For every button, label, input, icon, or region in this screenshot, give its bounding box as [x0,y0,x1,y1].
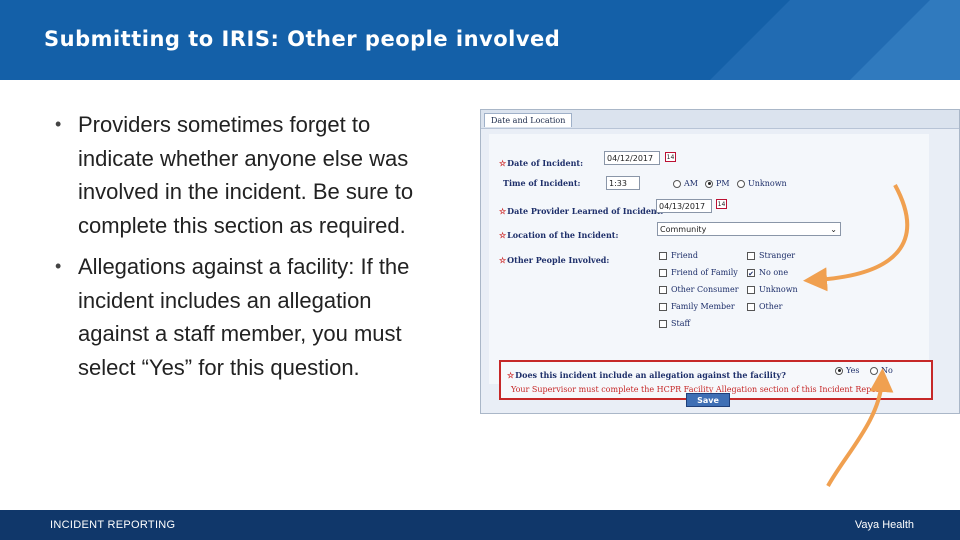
radio-selected-icon [835,366,843,375]
time-of-incident-label: Time of Incident: [503,178,581,188]
checkbox-icon [659,285,667,294]
checkbox-other-consumer[interactable]: Other Consumer [659,285,739,294]
other-people-label-text: Other People Involved: [507,255,610,265]
checkbox-friend[interactable]: Friend [659,251,698,260]
checkbox-stranger[interactable]: Stranger [747,251,795,260]
radio-yes[interactable]: Yes [835,366,859,375]
radio-am-label: AM [684,179,698,188]
bullet-icon: • [55,256,62,276]
checkbox-label: Other Consumer [671,285,739,294]
location-label-text: Location of the Incident: [507,230,619,240]
time-of-incident-field[interactable]: 1:33 [606,176,640,190]
slide-title: Submitting to IRIS: Other people involve… [44,27,561,51]
checkbox-icon [659,251,667,260]
checkbox-label: Other [759,302,783,311]
date-learned-label: ☆Date Provider Learned of Incident: [499,206,663,216]
header-bar: Submitting to IRIS: Other people involve… [0,0,960,80]
footer-brand: Vaya Health [854,519,914,531]
checkbox-label: Unknown [759,285,798,294]
radio-pm[interactable]: PM [705,179,730,188]
radio-icon [673,179,681,188]
bullet-icon: • [55,114,62,134]
checkbox-icon [659,302,667,311]
radio-yes-label: Yes [846,366,860,375]
calendar-icon[interactable]: 14 [716,199,727,209]
checkbox-icon [659,319,667,328]
chevron-down-icon: ⌄ [830,225,837,234]
radio-pm-label: PM [716,179,730,188]
other-people-label: ☆Other People Involved: [499,255,609,265]
form-panel: ☆Date of Incident: 04/12/2017 14 Time of… [489,134,933,400]
date-of-incident-label-text: Date of Incident: [507,158,584,168]
checkbox-icon [747,251,755,260]
checkbox-no-one[interactable]: ✔ No one [747,268,789,278]
radio-icon [870,366,878,375]
save-button[interactable]: Save [686,393,730,407]
bullet-text: Providers sometimes forget to indicate w… [78,112,414,238]
required-star-icon: ☆ [499,206,507,216]
required-star-icon: ☆ [499,158,507,168]
radio-selected-icon [705,179,713,188]
footer-bar: INCIDENT REPORTING Vaya Health [0,510,960,540]
bullet-item: • Providers sometimes forget to indicate … [50,108,430,242]
bullet-text: Allegations against a facility: If the i… [78,254,410,380]
checkbox-label: Friend of Family [671,268,738,277]
bullet-list: • Providers sometimes forget to indicate … [50,108,430,392]
location-select-value: Community [660,225,707,234]
radio-icon [737,179,745,188]
checkbox-staff[interactable]: Staff [659,319,690,328]
checkbox-label: Staff [671,319,691,328]
date-learned-label-text: Date Provider Learned of Incident: [507,206,664,216]
checkbox-label: No one [759,268,789,277]
checkbox-label: Stranger [759,251,796,260]
checkmark-icon: ✔ [747,268,755,278]
required-star-icon: ☆ [499,230,507,240]
radio-unknown-label: Unknown [748,179,787,188]
footer-section-label: INCIDENT REPORTING [50,519,176,531]
radio-no[interactable]: No [870,366,893,375]
radio-no-label: No [881,366,893,375]
tab-date-and-location[interactable]: Date and Location [484,113,573,127]
date-of-incident-field[interactable]: 04/12/2017 [604,151,660,165]
checkbox-icon [747,285,755,294]
allegation-question: ☆Does this incident include an allegatio… [507,370,786,380]
checkbox-icon [747,302,755,311]
checkbox-family-member[interactable]: Family Member [659,302,735,311]
calendar-icon[interactable]: 14 [665,152,676,162]
checkbox-label: Family Member [671,302,735,311]
allegation-question-text: Does this incident include an allegation… [515,370,786,380]
location-label: ☆Location of the Incident: [499,230,618,240]
form-screenshot: Date and Location ☆Date of Incident: 04/… [480,109,960,414]
radio-unknown[interactable]: Unknown [737,179,787,188]
tab-bar: Date and Location [481,110,959,129]
checkbox-friend-of-family[interactable]: Friend of Family [659,268,738,277]
checkbox-icon [659,268,667,277]
location-select[interactable]: Community ⌄ [657,222,841,236]
radio-am[interactable]: AM [673,179,698,188]
bullet-item: • Allegations against a facility: If the … [50,250,430,384]
date-of-incident-label: ☆Date of Incident: [499,158,583,168]
checkbox-label: Friend [671,251,698,260]
checkbox-other[interactable]: Other [747,302,782,311]
checkbox-unknown[interactable]: Unknown [747,285,798,294]
date-learned-field[interactable]: 04/13/2017 [656,199,712,213]
required-star-icon: ☆ [507,370,515,380]
required-star-icon: ☆ [499,255,507,265]
